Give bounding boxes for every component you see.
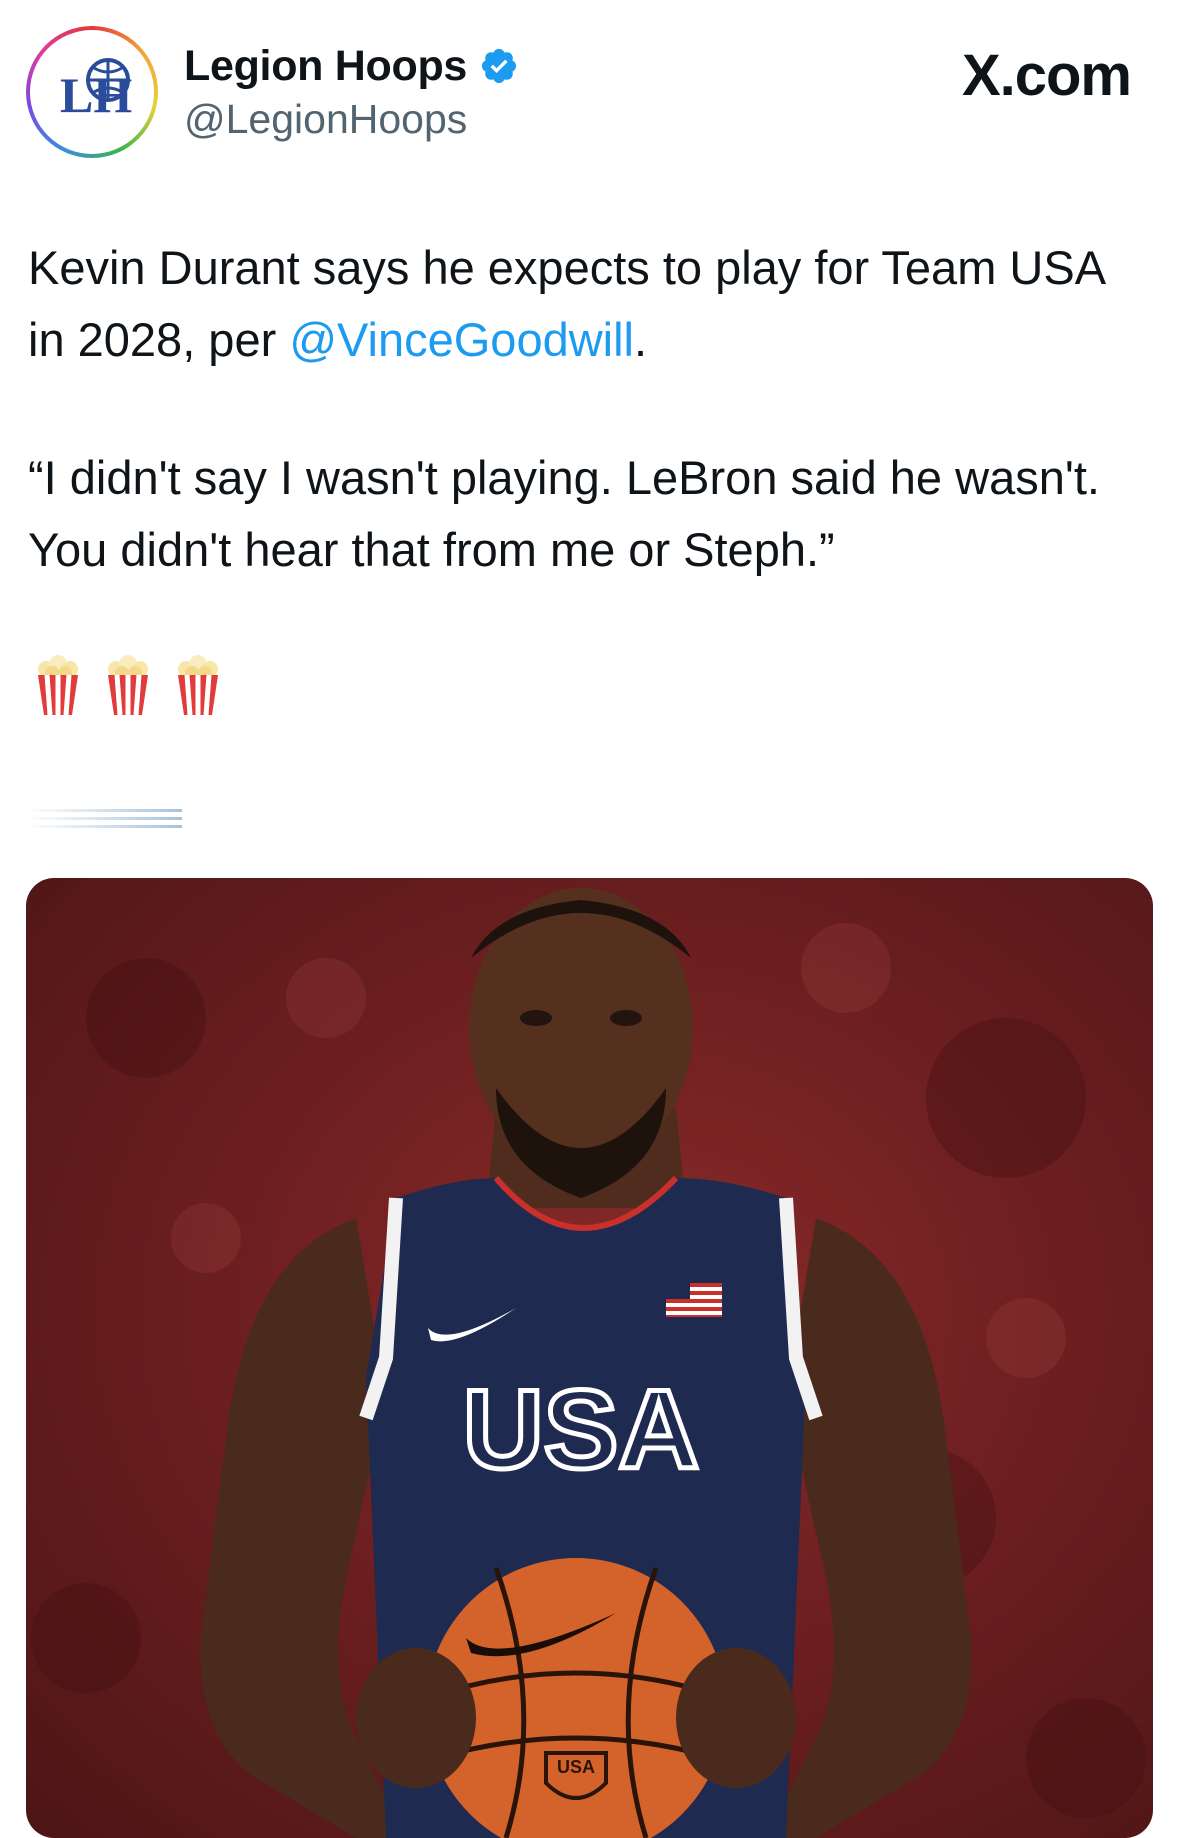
tweet-text-period: . bbox=[634, 313, 648, 366]
player-photo: USA USA bbox=[31, 888, 1146, 1838]
tweet-quote: “I didn't say I wasn't playing. LeBron s… bbox=[28, 451, 1100, 576]
avatar[interactable]: LH bbox=[26, 26, 158, 158]
tweet-header: LH Legion Hoops @LegionHoops X.com bbox=[0, 0, 1179, 180]
mention-link[interactable]: @VinceGoodwill bbox=[289, 313, 634, 366]
ball-usa-logo: USA bbox=[557, 1757, 595, 1777]
avatar-logo-text: LH bbox=[60, 67, 132, 123]
tweet-media-image[interactable]: USA USA bbox=[26, 878, 1153, 1838]
emoji-row bbox=[34, 655, 222, 717]
verified-badge-icon bbox=[481, 48, 517, 84]
popcorn-icon bbox=[104, 655, 152, 717]
tweet-paragraph-1: Kevin Durant says he expects to play for… bbox=[28, 232, 1138, 376]
legion-hoops-logo: LH bbox=[60, 58, 132, 123]
speed-lines-decoration bbox=[26, 809, 182, 828]
author-handle[interactable]: @LegionHoops bbox=[184, 96, 467, 143]
author-name-row[interactable]: Legion Hoops bbox=[184, 40, 519, 92]
display-name[interactable]: Legion Hoops bbox=[184, 42, 467, 91]
popcorn-icon bbox=[174, 655, 222, 717]
popcorn-icon bbox=[34, 655, 82, 717]
x-brand-logo: X.com bbox=[961, 43, 1132, 108]
tweet-text: Kevin Durant says he expects to play for… bbox=[28, 232, 1138, 586]
jersey-usa-text: USA bbox=[463, 1367, 699, 1492]
